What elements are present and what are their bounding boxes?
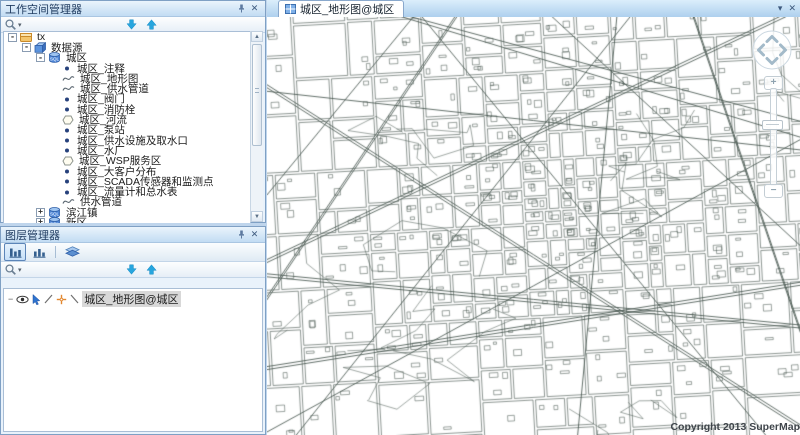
zoom-slider-track[interactable] xyxy=(770,88,777,186)
layer-manager-panel: 图层管理器 ✕ xyxy=(0,226,266,435)
snap-crosshair-icon[interactable] xyxy=(56,294,67,305)
datasource-collection-icon xyxy=(34,42,46,53)
scroll-up-icon[interactable]: ▲ xyxy=(251,31,263,42)
expand-toggle-minus[interactable]: - xyxy=(36,53,45,62)
expand-toggle-minus[interactable]: - xyxy=(22,43,31,52)
layer-search-row: ▾ xyxy=(1,262,265,278)
map-tab-active[interactable]: 城区_地形图@城区 xyxy=(278,0,404,17)
map-canvas[interactable] xyxy=(267,17,800,435)
layer-panel-titlebar[interactable]: 图层管理器 ✕ xyxy=(1,227,265,243)
pin-icon[interactable] xyxy=(235,229,248,241)
layer-tree: − 城区_地形图@城区 xyxy=(3,288,263,432)
layer-panel-toolbar xyxy=(1,243,265,262)
tree-item[interactable]: -数据源 xyxy=(4,42,250,52)
move-down-icon[interactable] xyxy=(126,19,137,30)
point-dataset-icon xyxy=(62,145,72,155)
point-dataset-icon xyxy=(62,104,72,114)
point-dataset-icon xyxy=(62,135,72,145)
map-pan-control[interactable] xyxy=(750,28,794,77)
tree-item[interactable]: 城区_供水管道 xyxy=(4,83,250,93)
layer-panel-title: 图层管理器 xyxy=(5,227,235,243)
collapse-toggle[interactable]: − xyxy=(8,294,13,304)
move-up-icon[interactable] xyxy=(146,19,157,30)
left-dock-column: 工作空间管理器 ✕ ▾ xyxy=(0,0,266,435)
search-icon[interactable] xyxy=(4,18,17,31)
layer-label[interactable]: 城区_地形图@城区 xyxy=(82,291,180,307)
map-tab-label: 城区_地形图@城区 xyxy=(300,1,394,17)
workspace-icon xyxy=(20,32,32,42)
supermap-desktop-window: 工作空间管理器 ✕ ▾ xyxy=(0,0,800,435)
point-dataset-icon xyxy=(62,166,72,176)
point-dataset-icon xyxy=(62,94,72,104)
search-icon[interactable] xyxy=(4,263,17,276)
map-tab-icon xyxy=(285,4,296,14)
workspace-panel-title: 工作空间管理器 xyxy=(5,1,235,17)
line-dataset-icon xyxy=(62,84,75,93)
layer-chart-view-icon[interactable] xyxy=(28,243,50,261)
pin-icon[interactable] xyxy=(235,3,248,15)
region-dataset-icon xyxy=(62,156,74,166)
layer-row[interactable]: − 城区_地形图@城区 xyxy=(4,292,262,306)
close-icon[interactable]: ✕ xyxy=(248,3,261,15)
copyright-text: Copyright 2013 SuperMap xyxy=(670,421,800,433)
move-down-icon[interactable] xyxy=(126,264,137,275)
workspace-panel-titlebar[interactable]: 工作空间管理器 ✕ xyxy=(1,1,265,17)
point-dataset-icon xyxy=(62,63,72,73)
select-cursor-icon[interactable] xyxy=(32,294,41,305)
zoom-out-icon[interactable]: − xyxy=(764,184,783,198)
move-up-icon[interactable] xyxy=(146,264,157,275)
svg-text:SQL: SQL xyxy=(50,211,60,216)
map-tabbar: 城区_地形图@城区 ▾ ✕ xyxy=(267,0,800,18)
point-dataset-icon xyxy=(62,176,72,186)
tab-list-caret-icon[interactable]: ▾ xyxy=(778,3,783,13)
sql-datasource-icon: SQL xyxy=(48,52,61,63)
tree-item[interactable]: 城区_供水设施及取水口 xyxy=(4,135,250,145)
workspace-manager-panel: 工作空间管理器 ✕ ▾ xyxy=(0,0,266,223)
edit-slash-icon[interactable] xyxy=(44,294,53,304)
workspace-tree-scrollbar[interactable]: ▲ ▼ xyxy=(250,31,263,222)
close-icon[interactable]: ✕ xyxy=(248,229,261,241)
tree-item[interactable]: -SQL城区 xyxy=(4,53,250,63)
line-dataset-icon xyxy=(62,74,75,83)
style-backslash-icon[interactable] xyxy=(70,294,79,304)
svg-text:SQL: SQL xyxy=(50,57,60,62)
tree-item[interactable]: -tx xyxy=(4,32,250,42)
point-dataset-icon xyxy=(62,187,72,197)
layers-stack-icon[interactable] xyxy=(61,243,83,261)
point-dataset-icon xyxy=(62,125,72,135)
tree-item[interactable]: 城区_河流 xyxy=(4,114,250,124)
visibility-eye-icon[interactable] xyxy=(16,295,29,304)
map-document-area: 城区_地形图@城区 ▾ ✕ + − Copyright 2013 SuperMa… xyxy=(267,0,800,435)
tree-item[interactable]: +SQL滨江镇 xyxy=(4,207,250,217)
tab-close-icon[interactable]: ✕ xyxy=(788,3,796,13)
region-dataset-icon xyxy=(62,115,74,125)
zoom-slider-handle[interactable] xyxy=(762,120,783,130)
toolbar-separator xyxy=(55,246,56,258)
expand-toggle-minus[interactable]: - xyxy=(8,33,17,42)
scroll-down-icon[interactable]: ▼ xyxy=(251,211,263,222)
scrollbar-thumb[interactable] xyxy=(252,44,262,146)
layer-tree-view-icon[interactable] xyxy=(4,243,26,261)
expand-toggle-plus[interactable]: + xyxy=(36,208,45,217)
workspace-tree: -tx-数据源-SQL城区城区_注释城区_地形图城区_供水管道城区_阀门城区_消… xyxy=(3,31,251,224)
